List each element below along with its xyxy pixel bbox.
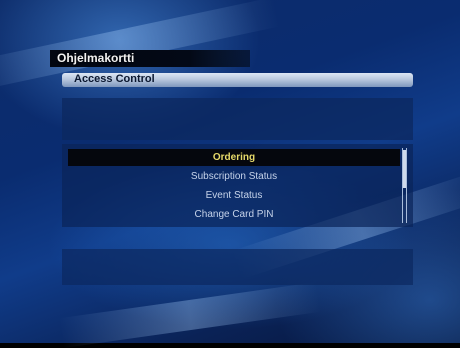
menu-item-subscription-status[interactable]: Subscription Status bbox=[68, 168, 400, 185]
window-title-bar: Ohjelmakortti bbox=[50, 50, 250, 67]
menu-item-event-status[interactable]: Event Status bbox=[68, 187, 400, 204]
section-header-bar: Access Control bbox=[62, 73, 413, 87]
scrollbar-thumb[interactable] bbox=[403, 150, 406, 188]
menu-item-change-card-pin[interactable]: Change Card PIN bbox=[68, 206, 400, 223]
tv-screen-background: Ohjelmakortti Access Control Ordering Su… bbox=[0, 0, 460, 348]
menu-item-ordering[interactable]: Ordering bbox=[68, 149, 400, 166]
light-streak bbox=[59, 282, 321, 348]
menu-list: Ordering Subscription Status Event Statu… bbox=[62, 144, 413, 227]
info-panel bbox=[62, 98, 413, 140]
window-title: Ohjelmakortti bbox=[57, 51, 135, 65]
scrollbar[interactable] bbox=[402, 148, 407, 223]
section-title: Access Control bbox=[74, 73, 155, 85]
help-panel bbox=[62, 249, 413, 285]
